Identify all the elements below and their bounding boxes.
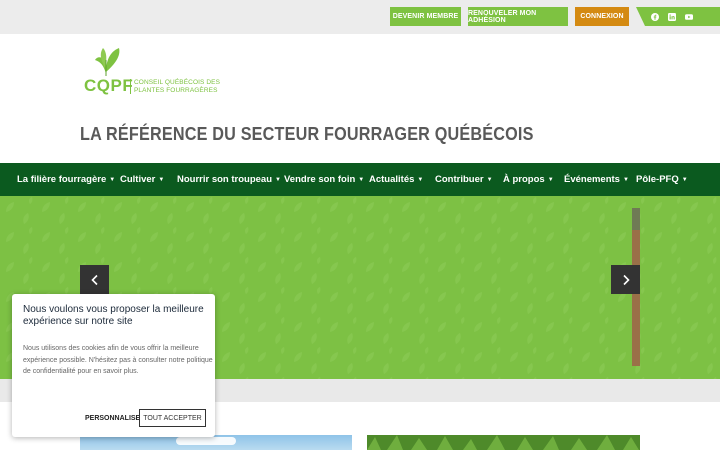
caret-down-icon: ▼ (417, 176, 424, 183)
nav-item-label: À propos (503, 174, 545, 185)
customize-button[interactable]: Personnaliser (85, 415, 145, 422)
cookie-title: Nous voulons vous proposer la meilleure … (23, 304, 204, 327)
youtube-icon[interactable] (685, 13, 693, 21)
leaves-icon (95, 48, 120, 76)
cloud-shape (176, 437, 236, 445)
nav-item-vendre[interactable]: Vendre son foin ▼ (284, 163, 364, 196)
caret-down-icon: ▼ (681, 176, 688, 183)
cookie-description: Nous utilisons des cookies afin de vous … (23, 345, 213, 375)
linkedin-icon[interactable] (668, 12, 676, 21)
nav-item-label: Cultiver (120, 174, 156, 185)
site-tagline: LA RÉFÉRENCE DU SECTEUR FOURRAGER QUÉBÉC… (80, 124, 534, 144)
nav-item-filiere[interactable]: La filière fourragère ▼ (17, 163, 115, 196)
nav-item-pole-pfq[interactable]: Pôle-PFQ ▼ (636, 163, 688, 196)
nav-item-nourrir[interactable]: Nourrir son troupeau ▼ (177, 163, 281, 196)
caret-down-icon: ▼ (358, 176, 365, 183)
nav-item-label: Nourrir son troupeau (177, 174, 273, 185)
top-bar: Devenir membre Renouveler mon adhésion C… (0, 0, 720, 34)
fence-post-top (632, 208, 640, 230)
article-thumbnail-crop[interactable] (367, 435, 640, 450)
slider-next-button[interactable] (611, 265, 640, 294)
main-nav: La filière fourragère ▼ Cultiver ▼ Nourrir… (0, 163, 720, 196)
crop-foliage-image (367, 435, 640, 450)
nav-item-actualites[interactable]: Actualités ▼ (369, 163, 423, 196)
nav-item-label: Contribuer (435, 174, 484, 185)
facebook-icon[interactable] (651, 12, 659, 21)
cookie-consent-dialog: Nous voulons vous proposer la meilleure … (12, 294, 215, 437)
renew-membership-button[interactable]: Renouveler mon adhésion (468, 7, 568, 26)
logo-separator (130, 79, 131, 94)
logo-abbreviation: CQPF (84, 76, 134, 95)
logo-full-name: Conseil québécois des plantes fourragère… (134, 79, 221, 94)
nav-item-evenements[interactable]: Événements ▼ (564, 163, 629, 196)
become-member-button[interactable]: Devenir membre (390, 7, 461, 26)
cqpf-logo[interactable]: CQPF Conseil québécois des plantes fourr… (84, 46, 224, 98)
nav-item-label: Vendre son foin (284, 174, 356, 185)
nav-item-label: Actualités (369, 174, 415, 185)
page: Devenir membre Renouveler mon adhésion C… (0, 0, 720, 450)
nav-item-label: Pôle-PFQ (636, 174, 679, 185)
chevron-right-icon (622, 274, 630, 285)
caret-down-icon: ▼ (622, 176, 629, 183)
nav-item-a-propos[interactable]: À propos ▼ (503, 163, 554, 196)
article-thumbnail-sky[interactable] (80, 435, 352, 450)
login-button[interactable]: Connexion (575, 7, 629, 26)
site-header: CQPF Conseil québécois des plantes fourr… (0, 34, 720, 163)
slider-prev-button[interactable] (80, 265, 109, 294)
nav-item-cultiver[interactable]: Cultiver ▼ (120, 163, 164, 196)
accept-all-button[interactable]: Tout accepter (139, 409, 206, 427)
caret-down-icon: ▼ (275, 176, 281, 183)
caret-down-icon: ▼ (547, 176, 554, 183)
caret-down-icon: ▼ (158, 176, 165, 183)
caret-down-icon: ▼ (486, 176, 493, 183)
nav-item-label: La filière fourragère (17, 174, 107, 185)
social-links (636, 7, 720, 26)
nav-item-contribuer[interactable]: Contribuer ▼ (435, 163, 493, 196)
caret-down-icon: ▼ (109, 176, 116, 183)
chevron-left-icon (90, 274, 98, 285)
nav-item-label: Événements (564, 174, 620, 185)
